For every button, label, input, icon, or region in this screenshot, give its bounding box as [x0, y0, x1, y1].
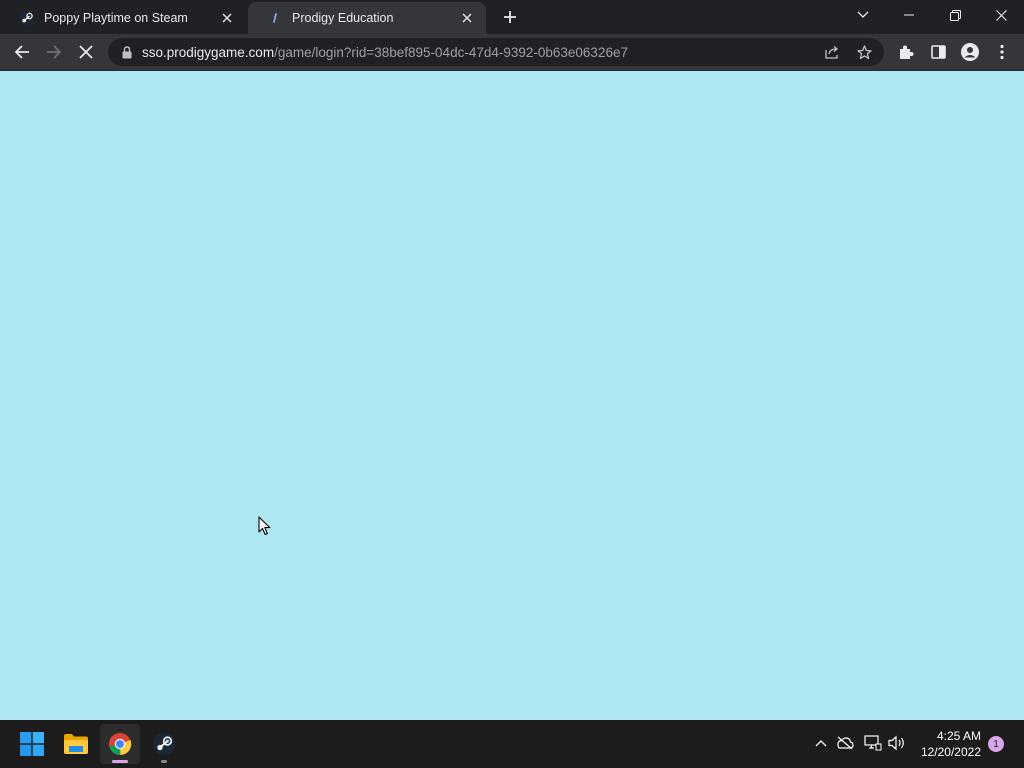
close-tab-icon[interactable]: [458, 9, 476, 27]
share-icon: [824, 46, 838, 59]
tab-poppy-playtime[interactable]: Poppy Playtime on Steam: [0, 2, 246, 34]
close-tab-icon[interactable]: [218, 9, 236, 27]
speaker-icon: [888, 735, 904, 751]
network-icon: [864, 735, 882, 751]
tab-title: Poppy Playtime on Steam: [44, 11, 188, 25]
clock-time: 4:25 AM: [936, 729, 981, 743]
close-icon: [995, 9, 1007, 21]
url-text: sso.prodigygame.com/game/login?rid=38bef…: [142, 45, 628, 60]
tab-strip: Poppy Playtime on Steam Prodigy Educatio…: [0, 0, 1024, 34]
windows-taskbar: 4:25 AM 12/20/2022 1: [0, 720, 1024, 768]
chevron-down-icon: [857, 11, 869, 18]
more-vert-icon: [1000, 44, 1004, 60]
tab-search-button[interactable]: [840, 0, 886, 30]
chevron-up-icon: [815, 740, 827, 747]
address-bar[interactable]: sso.prodigygame.com/game/login?rid=38bef…: [108, 38, 884, 66]
new-tab-button[interactable]: [498, 5, 522, 29]
tab-prodigy-education[interactable]: Prodigy Education: [248, 2, 486, 34]
close-window-button[interactable]: [978, 0, 1024, 30]
file-explorer-button[interactable]: [56, 724, 96, 764]
page-content[interactable]: [0, 71, 1024, 720]
profile-button[interactable]: [956, 38, 984, 66]
browser-toolbar: sso.prodigygame.com/game/login?rid=38bef…: [0, 34, 1024, 71]
arrow-left-icon: [14, 45, 29, 59]
onedrive-button[interactable]: [834, 732, 856, 754]
steam-icon: [18, 9, 36, 27]
restore-icon: [949, 9, 961, 21]
file-explorer-icon: [64, 734, 88, 754]
system-clock[interactable]: 4:25 AM 12/20/2022: [921, 728, 981, 760]
arrow-right-icon: [47, 45, 62, 59]
running-indicator: [161, 760, 167, 763]
tab-title: Prodigy Education: [292, 11, 394, 25]
minimize-icon: [904, 14, 914, 16]
stop-icon: [79, 45, 93, 59]
share-button[interactable]: [820, 40, 844, 64]
steam-icon: [153, 733, 175, 755]
lock-icon: [120, 44, 134, 60]
network-button[interactable]: [862, 732, 884, 754]
url-host: sso.prodigygame.com: [142, 44, 275, 60]
steam-button[interactable]: [144, 724, 184, 764]
clock-date: 12/20/2022: [920, 745, 981, 759]
extensions-button[interactable]: [892, 38, 920, 66]
chrome-menu-button[interactable]: [988, 38, 1016, 66]
url-path: /game/login?rid=38bef895-04dc-47d4-9392-…: [274, 44, 628, 60]
minimize-button[interactable]: [886, 0, 932, 30]
start-button[interactable]: [12, 724, 52, 764]
puzzle-icon: [900, 45, 914, 59]
side-panel-button[interactable]: [924, 38, 952, 66]
stop-loading-button[interactable]: [72, 38, 100, 66]
plus-icon: [504, 11, 516, 23]
restore-button[interactable]: [932, 0, 978, 30]
volume-button[interactable]: [886, 732, 908, 754]
bookmark-button[interactable]: [852, 40, 876, 64]
chrome-button[interactable]: [100, 724, 140, 764]
side-panel-icon: [930, 45, 946, 59]
cloud-off-icon: [837, 736, 854, 750]
chrome-icon: [109, 733, 132, 756]
show-hidden-icons-button[interactable]: [810, 732, 832, 754]
prodigy-icon: [266, 9, 284, 27]
star-icon: [856, 44, 872, 59]
profile-icon: [961, 43, 979, 61]
mouse-cursor-icon: [258, 516, 271, 536]
forward-button[interactable]: [40, 38, 68, 66]
back-button[interactable]: [8, 38, 36, 66]
running-indicator: [112, 760, 128, 763]
notification-badge[interactable]: 1: [988, 736, 1004, 752]
start-icon: [20, 732, 44, 756]
